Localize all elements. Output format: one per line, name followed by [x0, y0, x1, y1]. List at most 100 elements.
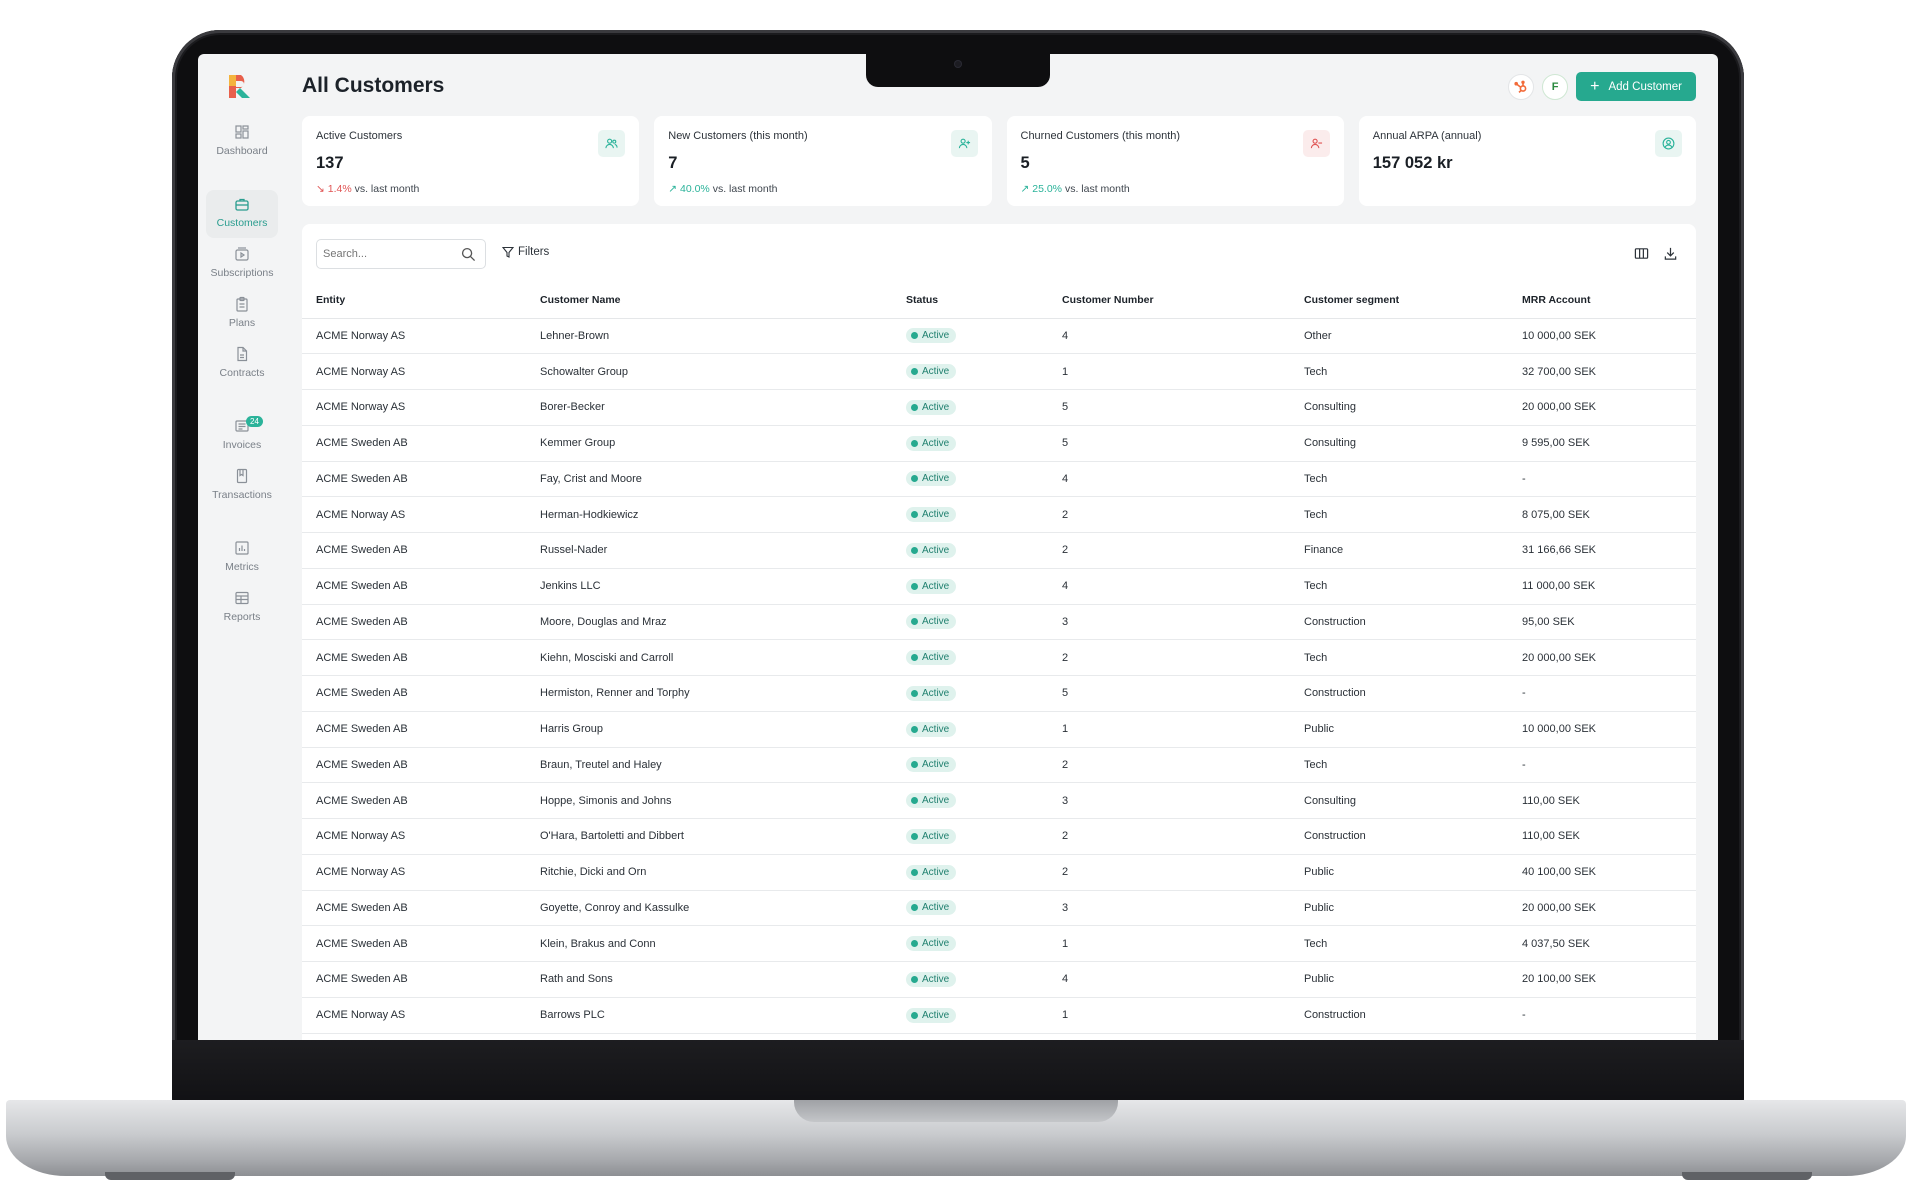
- status-dot-icon: [911, 1011, 918, 1019]
- status-badge: Active: [906, 435, 957, 451]
- add-customer-button[interactable]: + Add Customer: [1576, 72, 1696, 101]
- cell-customer-segment: Construction: [1290, 818, 1508, 855]
- sidebar-item-dashboard[interactable]: Dashboard: [206, 118, 278, 166]
- status-dot-icon: [911, 689, 918, 697]
- cell-entity: ACME Sweden AB: [302, 747, 526, 784]
- column-header-customer-name[interactable]: Customer Name: [526, 282, 892, 319]
- cell-customer-segment: Consulting: [1290, 425, 1508, 462]
- cell-status: Active: [892, 318, 1048, 355]
- cell-customer-segment: Tech: [1290, 568, 1508, 605]
- cell-customer-name: Harris Group: [526, 711, 892, 748]
- table-row[interactable]: ACME Sweden AB Goyette, Conroy and Kassul…: [302, 890, 1696, 927]
- app-logo: [229, 75, 250, 98]
- sidebar-item-reports[interactable]: Reports: [206, 584, 278, 632]
- table-row[interactable]: ACME Sweden AB Kemmer Group Active 5 Consult…: [302, 425, 1696, 462]
- filters-button[interactable]: Filters: [502, 246, 549, 258]
- kpi-card-active-customers: Active Customers 137 ↘ 1.4% vs. last mon…: [302, 116, 640, 206]
- sidebar-item-subscriptions[interactable]: Subscriptions: [206, 240, 278, 288]
- header-actions: F + Add Customer: [1508, 72, 1696, 101]
- cell-entity: ACME Sweden AB: [302, 675, 526, 712]
- hubspot-icon: [1514, 80, 1527, 93]
- status-badge: Active: [906, 364, 957, 380]
- sidebar-item-customers[interactable]: Customers: [206, 190, 278, 238]
- table-row[interactable]: ACME Sweden AB Harris Group Active 1 Public 1…: [302, 711, 1696, 748]
- kpi-delta-value: 40.0%: [679, 183, 710, 195]
- table-row[interactable]: ACME Sweden AB Klein, Brakus and Conn Acti…: [302, 925, 1696, 962]
- hubspot-integration-button[interactable]: [1508, 73, 1535, 100]
- laptop-frame: Dashboard Customers Subscriptions Plans …: [0, 0, 1912, 1194]
- sidebar-item-invoices[interactable]: 24 Invoices: [206, 412, 278, 460]
- cell-entity: ACME Sweden AB: [302, 461, 526, 498]
- table-row[interactable]: ACME Sweden AB Russel-Nader Active 2 Finance…: [302, 532, 1696, 569]
- status-dot-icon: [911, 546, 918, 554]
- column-header-entity[interactable]: Entity: [302, 282, 526, 319]
- status-badge: Active: [906, 971, 957, 987]
- cell-customer-name: Hermiston, Renner and Torphy: [526, 675, 892, 712]
- column-header-status[interactable]: Status: [892, 282, 1048, 319]
- filter-icon: [502, 246, 514, 258]
- status-label: Active: [922, 652, 950, 664]
- sidebar-item-metrics[interactable]: Metrics: [206, 534, 278, 582]
- cell-status: Active: [892, 425, 1048, 462]
- kpi-card-new-customers: New Customers (this month) 7 ↗ 40.0% vs.…: [654, 116, 992, 206]
- download-icon[interactable]: [1663, 246, 1678, 261]
- table-row[interactable]: ACME Norway AS Barrows PLC Active 1 Construc…: [302, 997, 1696, 1034]
- cell-customer-segment: Public: [1290, 890, 1508, 927]
- status-badge: Active: [906, 1007, 957, 1023]
- cell-customer-number: 4: [1048, 568, 1290, 605]
- document-icon: [237, 346, 248, 362]
- cell-status: Active: [892, 711, 1048, 748]
- table-row[interactable]: ACME Sweden AB Moore, Douglas and Mraz Act…: [302, 604, 1696, 641]
- table-row[interactable]: ACME Norway AS Ritchie, Dicki and Orn Acti…: [302, 854, 1696, 891]
- cell-entity: ACME Sweden AB: [302, 925, 526, 962]
- table-row[interactable]: ACME Sweden AB Jenkins LLC Active 4 Tech 11 0…: [302, 568, 1696, 605]
- cell-customer-name: Herman-Hodkiewicz: [526, 496, 892, 533]
- sidebar-item-transactions[interactable]: Transactions: [206, 462, 278, 510]
- table-row[interactable]: ACME Sweden AB Fay, Crist and Moore Active…: [302, 461, 1696, 498]
- table-row[interactable]: ACME Sweden AB Hoppe, Simonis and Johns Ac…: [302, 782, 1696, 819]
- table-row[interactable]: ACME Norway AS Herman-Hodkiewicz Active 2 Te…: [302, 496, 1696, 533]
- table-row[interactable]: ACME Sweden AB Kiehn, Mosciski and Carrol…: [302, 639, 1696, 676]
- table-row[interactable]: ACME Sweden AB Braun, Treutel and Haley Ac…: [302, 747, 1696, 784]
- cell-entity: ACME Sweden AB: [302, 425, 526, 462]
- app-screen: Dashboard Customers Subscriptions Plans …: [198, 54, 1718, 1040]
- column-header-customer-segment[interactable]: Customer segment: [1290, 282, 1508, 319]
- cell-entity: ACME Sweden AB: [302, 604, 526, 641]
- search-input[interactable]: [323, 248, 453, 260]
- sidebar-item-plans[interactable]: Plans: [206, 290, 278, 338]
- status-dot-icon: [911, 868, 918, 876]
- column-header-mrr-account[interactable]: MRR Account: [1508, 282, 1696, 319]
- column-header-customer-number[interactable]: Customer Number: [1048, 282, 1290, 319]
- fortnox-integration-button[interactable]: F: [1542, 73, 1569, 100]
- sidebar-item-contracts[interactable]: Contracts: [206, 340, 278, 388]
- briefcase-icon: [235, 198, 249, 211]
- cell-mrr-account: 20 100,00 SEK: [1508, 961, 1696, 998]
- search-icon[interactable]: [461, 247, 476, 262]
- cell-customer-number: 3: [1048, 604, 1290, 641]
- users-icon: [605, 138, 618, 149]
- status-dot-icon: [911, 975, 918, 983]
- search-box: [316, 239, 486, 269]
- table-row[interactable]: ACME Norway AS Schowalter Group Active 1 Tec…: [302, 353, 1696, 390]
- cell-status: Active: [892, 496, 1048, 533]
- kpi-delta-value: 25.0%: [1032, 183, 1063, 195]
- status-dot-icon: [911, 403, 918, 411]
- cell-customer-name: Lehner-Brown: [526, 318, 892, 355]
- status-label: Active: [922, 330, 950, 342]
- table-row[interactable]: ACME Norway AS Borer-Becker Active 5 Consult…: [302, 389, 1696, 426]
- cell-status: Active: [892, 782, 1048, 819]
- columns-icon[interactable]: [1634, 246, 1649, 261]
- cell-status: Active: [892, 997, 1048, 1034]
- cell-status: Active: [892, 675, 1048, 712]
- cell-customer-name: O'Hara, Bartoletti and Dibbert: [526, 818, 892, 855]
- table-row[interactable]: ACME Norway AS O'Hara, Bartoletti and Dib…: [302, 818, 1696, 855]
- sidebar-item-label: Dashboard: [216, 145, 268, 157]
- cell-customer-name: Rath and Sons: [526, 961, 892, 998]
- table-row[interactable]: ACME Sweden AB Hermiston, Renner and Torp…: [302, 675, 1696, 712]
- status-badge: Active: [906, 828, 957, 844]
- cell-mrr-account: 9 595,00 SEK: [1508, 425, 1696, 462]
- table-row[interactable]: ACME Sweden AB Rath and Sons Active 4 Public…: [302, 961, 1696, 998]
- cell-customer-segment: Construction: [1290, 604, 1508, 641]
- cell-customer-number: 5: [1048, 675, 1290, 712]
- table-row[interactable]: ACME Norway AS Lehner-Brown Active 4 Other 10…: [302, 318, 1696, 355]
